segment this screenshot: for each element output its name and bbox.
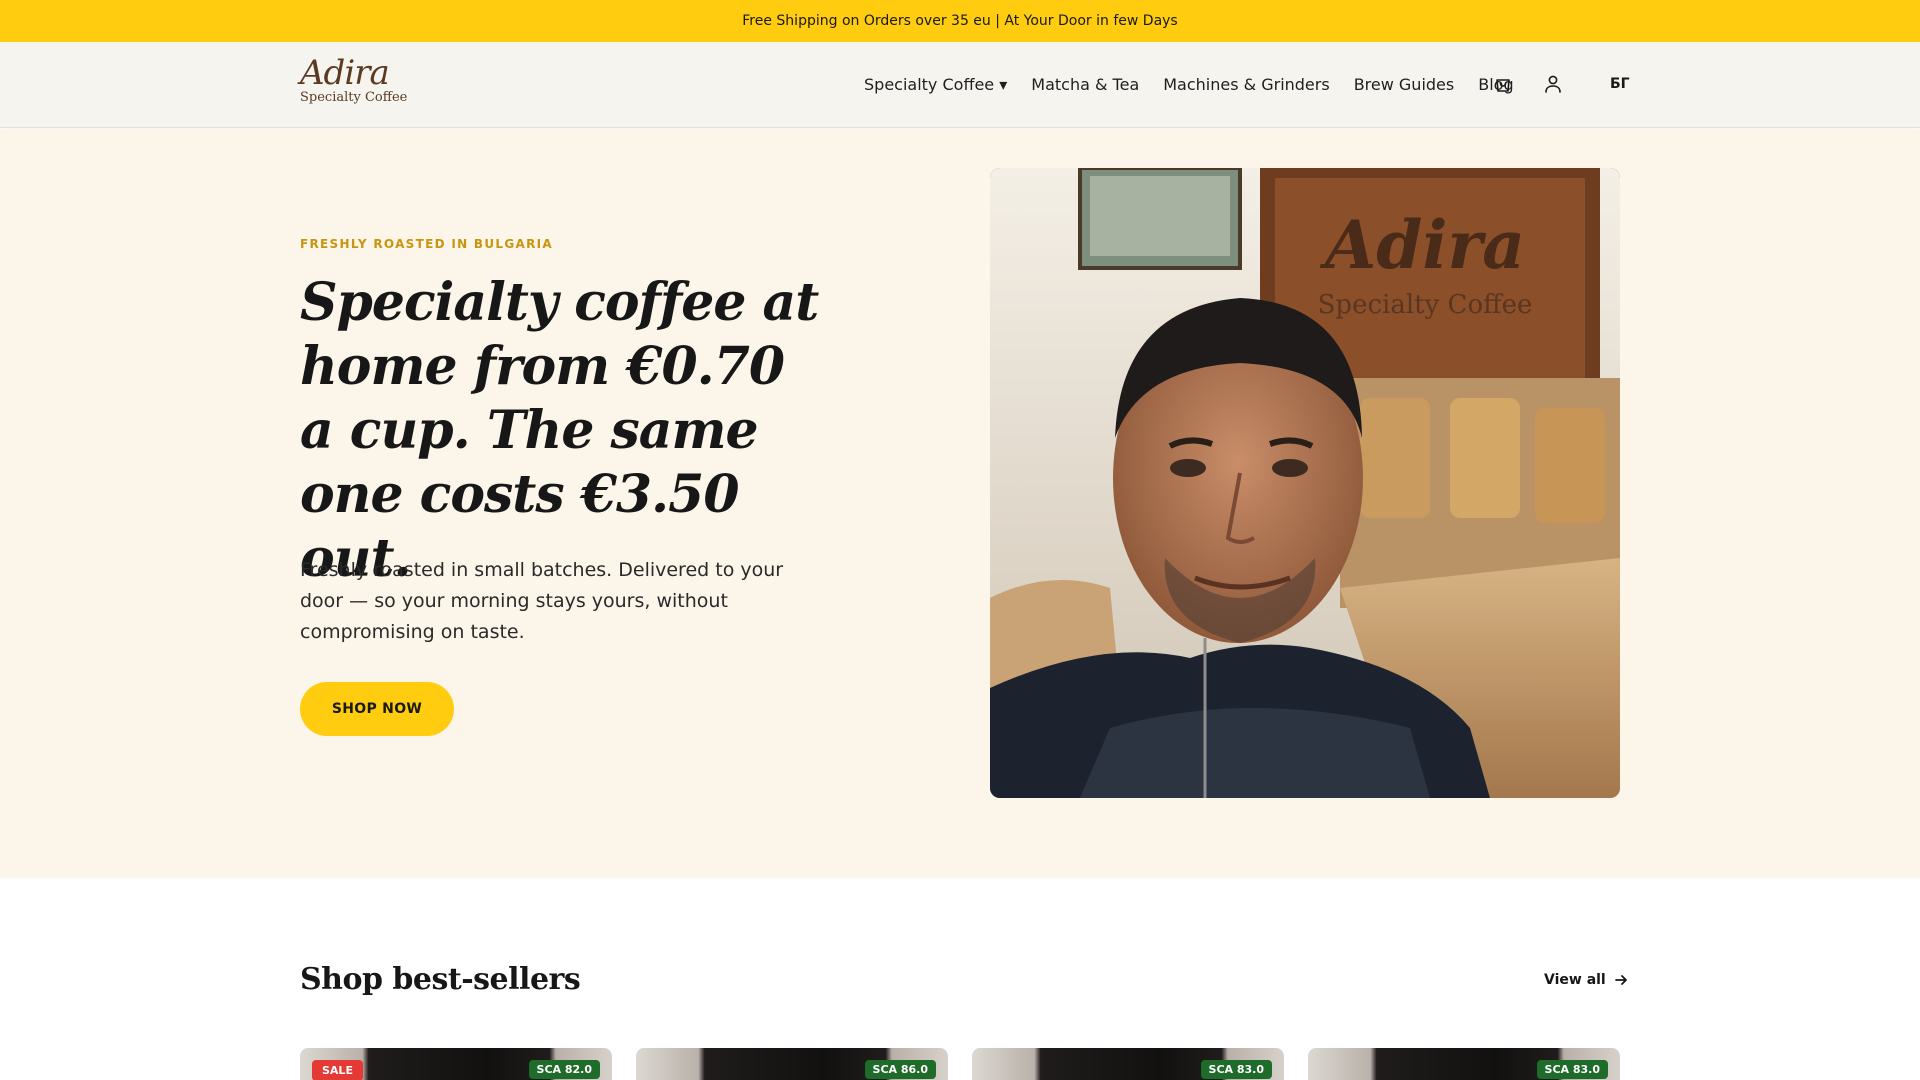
- account-icon[interactable]: [1542, 73, 1564, 95]
- shop-now-button[interactable]: SHOP NOW: [300, 682, 454, 736]
- product-card[interactable]: SCA 83.0: [1308, 1048, 1620, 1080]
- product-grid: SALE SCA 82.0 SCA 86.0 SCA 83.0 SCA 83.0: [300, 1048, 1620, 1080]
- main-nav: Specialty Coffee ▾ Matcha & Tea Machines…: [864, 70, 1514, 98]
- brand-logo-name: Adira: [300, 53, 390, 93]
- sale-badge: SALE: [312, 1060, 363, 1080]
- sca-score-badge: SCA 83.0: [1536, 1060, 1608, 1079]
- arrow-right-icon: [1614, 975, 1627, 985]
- hero-eyebrow: FRESHLY ROASTED IN BULGARIA: [300, 237, 553, 251]
- header-actions: БГ: [1492, 70, 1630, 98]
- nav-item-specialty-coffee[interactable]: Specialty Coffee ▾: [864, 75, 1007, 94]
- hero-section: FRESHLY ROASTED IN BULGARIA Specialty co…: [0, 129, 1920, 878]
- product-card[interactable]: SCA 83.0: [972, 1048, 1284, 1080]
- sca-score-badge: SCA 86.0: [864, 1060, 936, 1079]
- view-all-label: View all: [1544, 972, 1606, 988]
- bestsellers-title: Shop best-sellers: [300, 962, 581, 997]
- nav-item-brew-guides[interactable]: Brew Guides: [1354, 75, 1455, 94]
- language-switch[interactable]: БГ: [1610, 76, 1630, 92]
- sca-score-badge: SCA 83.0: [1200, 1060, 1272, 1079]
- hero-photo: Adira Specialty Coffee: [990, 168, 1620, 798]
- announcement-bar: Free Shipping on Orders over 35 eu | At …: [0, 0, 1920, 42]
- site-header: Adira Specialty Coffee Specialty Coffee …: [0, 42, 1920, 128]
- product-card[interactable]: SCA 86.0: [636, 1048, 948, 1080]
- photo-sign-brand: Adira: [1319, 206, 1525, 284]
- hero-headline: Specialty coffee at home from €0.70 a cu…: [300, 272, 819, 589]
- sca-score-badge: SCA 82.0: [528, 1060, 600, 1079]
- announcement-text: Free Shipping on Orders over 35 eu | At …: [742, 13, 1178, 29]
- brand-logo[interactable]: Adira Specialty Coffee: [300, 54, 410, 116]
- hero-description: Freshly roasted in small batches. Delive…: [300, 559, 784, 643]
- view-all-link[interactable]: View all: [1544, 972, 1628, 988]
- cart-icon[interactable]: [1492, 73, 1514, 95]
- nav-item-machines-grinders[interactable]: Machines & Grinders: [1163, 75, 1329, 94]
- photo-sign-tagline: Specialty Coffee: [1318, 290, 1533, 320]
- nav-item-matcha-tea[interactable]: Matcha & Tea: [1031, 75, 1139, 94]
- product-card[interactable]: SALE SCA 82.0: [300, 1048, 612, 1080]
- brand-logo-tagline: Specialty Coffee: [300, 90, 408, 105]
